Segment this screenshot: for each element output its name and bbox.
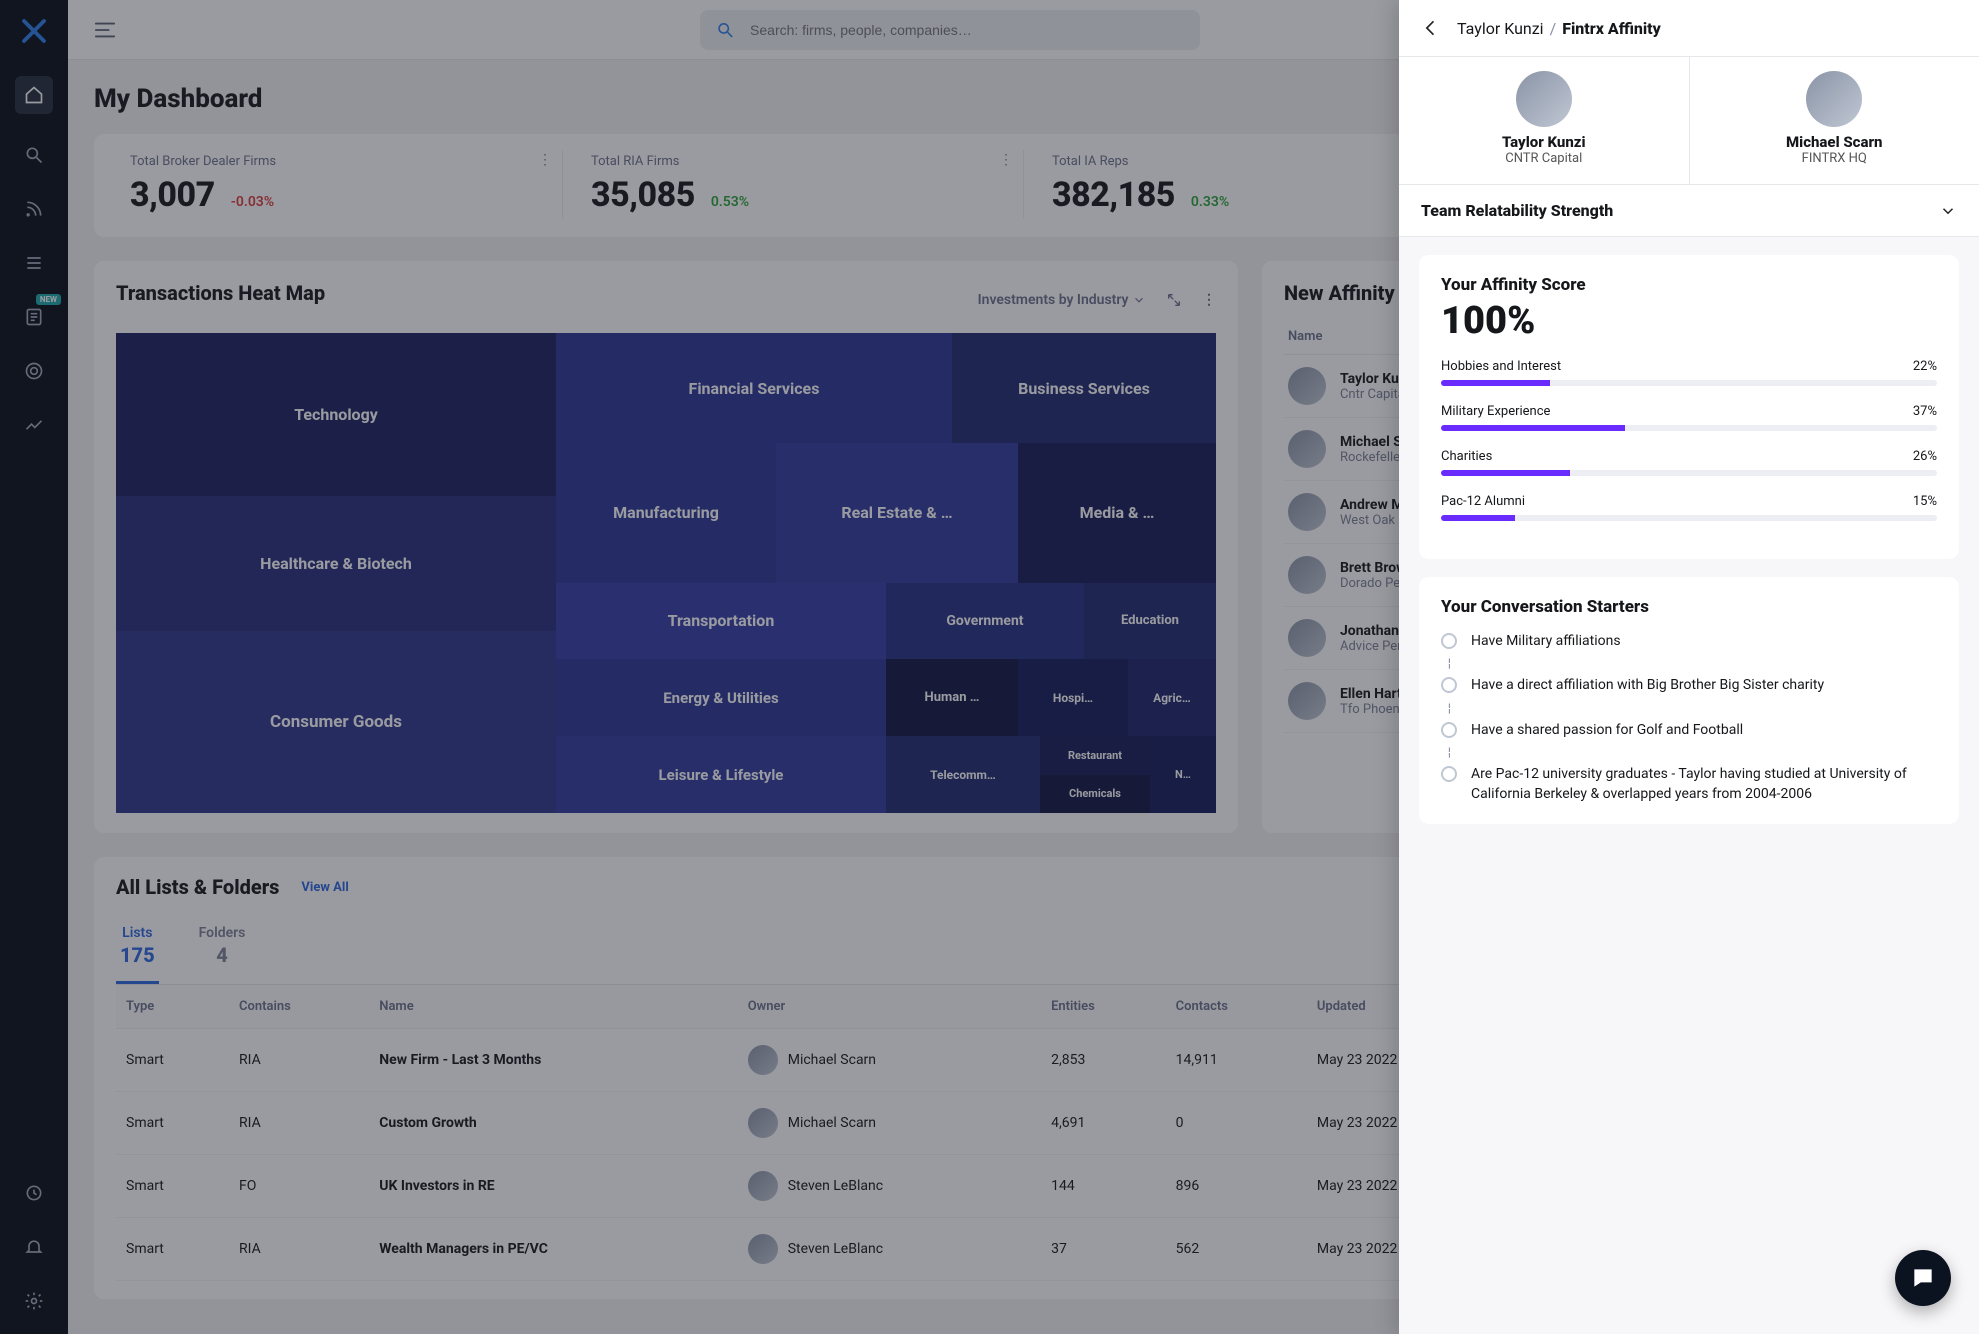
conversation-starter[interactable]: Have Military affiliations: [1441, 631, 1937, 651]
radio-icon: [1441, 766, 1457, 782]
conversation-starter[interactable]: Have a direct affiliation with Big Broth…: [1441, 675, 1937, 695]
score-bar-row: Pac-12 Alumni15%: [1441, 494, 1937, 521]
breadcrumb: Taylor Kunzi/Fintrx Affinity: [1457, 19, 1661, 38]
score-bar-row: Charities26%: [1441, 449, 1937, 476]
team-strength-toggle[interactable]: Team Relatability Strength: [1399, 185, 1979, 237]
avatar: [1516, 71, 1572, 127]
score-bar-row: Hobbies and Interest22%: [1441, 359, 1937, 386]
conversation-starter[interactable]: Have a shared passion for Golf and Footb…: [1441, 720, 1937, 740]
radio-icon: [1441, 722, 1457, 738]
back-icon[interactable]: [1421, 18, 1441, 38]
conversation-starter[interactable]: Are Pac-12 university graduates - Taylor…: [1441, 764, 1937, 805]
score-bar-row: Military Experience37%: [1441, 404, 1937, 431]
chat-icon: [1910, 1265, 1936, 1291]
affinity-detail-panel: Taylor Kunzi/Fintrx Affinity Taylor Kunz…: [1399, 0, 1979, 1334]
radio-icon: [1441, 677, 1457, 693]
avatar: [1806, 71, 1862, 127]
person-card-2: Michael Scarn FINTRX HQ: [1690, 57, 1979, 184]
affinity-score-value: 100%: [1441, 299, 1937, 343]
radio-icon: [1441, 633, 1457, 649]
conversation-starters-card: Your Conversation Starters Have Military…: [1419, 577, 1959, 824]
chevron-down-icon: [1939, 202, 1957, 220]
affinity-score-card: Your Affinity Score 100% Hobbies and Int…: [1419, 255, 1959, 559]
person-card-1: Taylor Kunzi CNTR Capital: [1399, 57, 1690, 184]
chat-fab[interactable]: [1895, 1250, 1951, 1306]
